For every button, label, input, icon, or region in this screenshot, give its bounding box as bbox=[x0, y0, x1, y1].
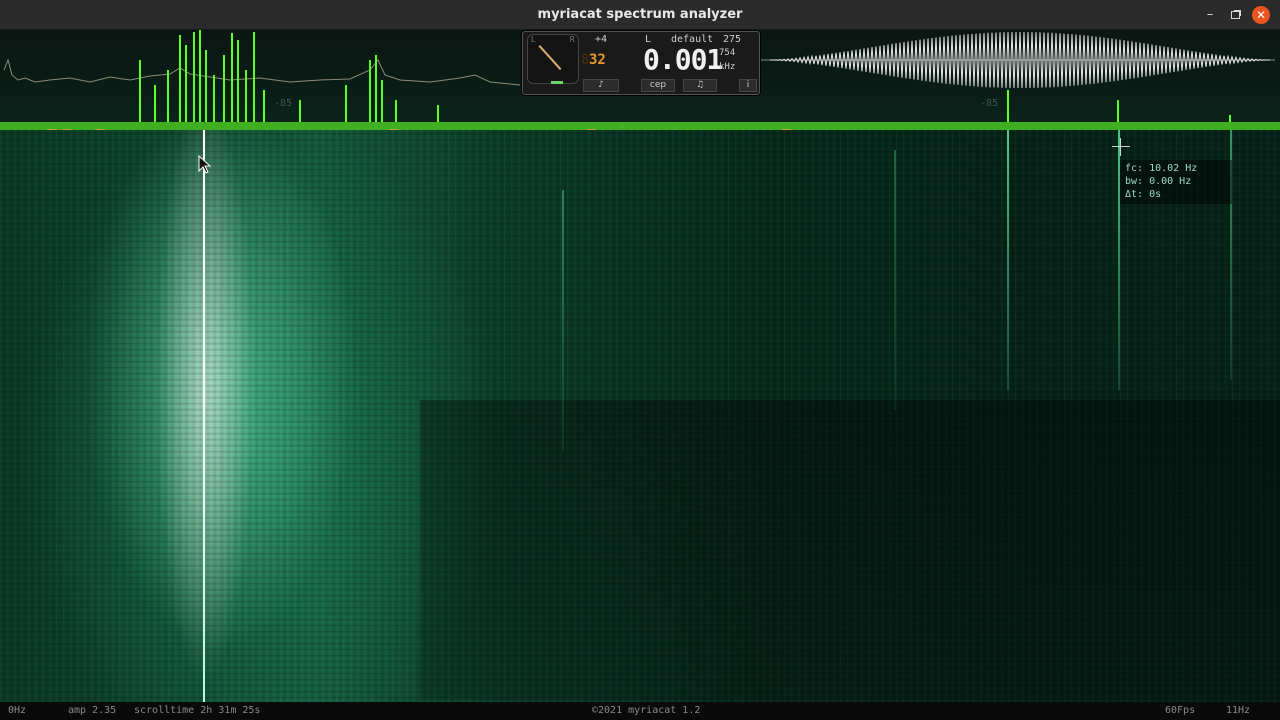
maximize-icon bbox=[1230, 11, 1240, 19]
preset-number: 275 bbox=[723, 34, 742, 45]
cursor-crosshair bbox=[1112, 146, 1130, 147]
cepstrum-button[interactable]: cep bbox=[641, 79, 675, 92]
close-button[interactable]: ✕ bbox=[1252, 6, 1270, 24]
carrier-line bbox=[203, 130, 205, 702]
min-frequency: 0Hz bbox=[8, 705, 27, 716]
minimize-button[interactable]: – bbox=[1201, 6, 1219, 24]
meter-needle bbox=[538, 45, 562, 71]
mouse-pointer-icon bbox=[198, 155, 212, 174]
tone-line bbox=[1007, 130, 1009, 390]
db-label-left: -85 bbox=[274, 98, 293, 109]
cursor-crosshair bbox=[1120, 138, 1121, 156]
control-panel: L R +4 L default 275 8 32 0.001 754 kHz … bbox=[522, 31, 760, 95]
gain-value[interactable]: +4 bbox=[595, 34, 607, 45]
waterfall-dark-band bbox=[420, 400, 1280, 700]
copyright: ©2021 myriacat 1.2 bbox=[592, 705, 701, 716]
tone-line bbox=[894, 150, 896, 410]
frequency-unit: kHz bbox=[719, 62, 736, 72]
readout-fc: fc: 10.02 Hz bbox=[1125, 163, 1198, 174]
waterfall-spectrogram[interactable] bbox=[0, 130, 1280, 702]
watermark-logo: myriacat bbox=[565, 123, 682, 130]
maximize-button[interactable] bbox=[1226, 6, 1244, 24]
frequency-sub: 754 bbox=[719, 48, 736, 58]
window-title: myriacat spectrum analyzer bbox=[537, 7, 743, 22]
widget-button-row: ♪ cep ♫ i bbox=[583, 79, 759, 93]
cursor-readout: fc: 10.02 Hz bw: 0.00 Hz Δt: 0s bbox=[1120, 160, 1232, 204]
status-bar: 0Hz amp 2.35 scrolltime 2h 31m 25s ©2021… bbox=[0, 702, 1280, 720]
fps-value: 60Fps bbox=[1165, 705, 1196, 716]
amp-value[interactable]: amp 2.35 bbox=[68, 702, 116, 720]
level-led bbox=[551, 81, 563, 84]
note-button[interactable]: ♫ bbox=[683, 79, 717, 92]
db-label-right: -85 bbox=[980, 98, 999, 109]
tuning-button[interactable]: ♪ bbox=[583, 79, 619, 92]
tone-line bbox=[562, 190, 564, 450]
readout-dt: Δt: 0s bbox=[1125, 189, 1162, 200]
scrolltime-value[interactable]: scrolltime 2h 31m 25s bbox=[134, 702, 260, 720]
info-button[interactable]: i bbox=[739, 79, 757, 92]
block-value[interactable]: 32 bbox=[589, 52, 606, 68]
frequency-display: 0.001 bbox=[643, 43, 723, 76]
readout-bw: bw: 0.00 Hz bbox=[1125, 176, 1192, 187]
meter-right-label: R bbox=[569, 35, 575, 44]
title-bar: myriacat spectrum analyzer – ✕ bbox=[0, 0, 1280, 30]
max-frequency: 11Hz bbox=[1226, 705, 1251, 716]
level-meter[interactable]: L R bbox=[527, 34, 579, 84]
meter-left-label: L bbox=[531, 35, 536, 44]
